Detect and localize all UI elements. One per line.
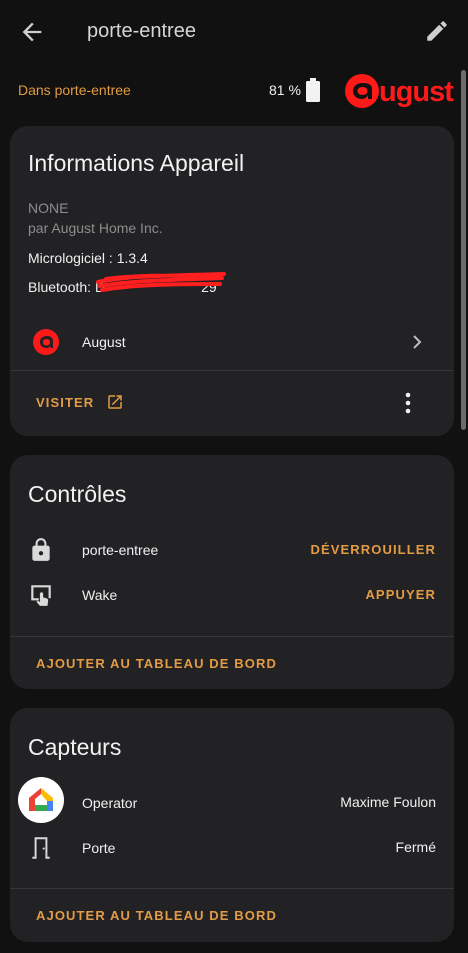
back-button[interactable] — [18, 18, 46, 46]
august-logo: ugust — [344, 72, 456, 110]
open-in-new-icon — [108, 395, 123, 409]
battery-level: 81 % — [269, 82, 301, 98]
control-row-lock[interactable]: porte-entree DÉVERROUILLER — [10, 529, 454, 569]
page-title: porte-entree — [87, 20, 196, 42]
sensor-value: Maxime Foulon — [340, 794, 436, 810]
edit-button[interactable] — [424, 18, 450, 44]
device-info-card: Informations Appareil NONE par August Ho… — [10, 126, 454, 436]
firmware-version: Micrologiciel : 1.3.4 — [28, 250, 148, 266]
sensor-row-operator[interactable]: Operator Maxime Foulon — [10, 782, 454, 822]
divider — [10, 888, 454, 889]
sensors-title: Capteurs — [28, 734, 122, 760]
press-button[interactable]: APPUYER — [365, 587, 436, 602]
dots-vertical-icon — [405, 392, 411, 414]
divider — [10, 636, 454, 637]
google-home-icon — [18, 777, 64, 823]
integration-label: August — [82, 334, 126, 350]
control-label: Wake — [82, 587, 118, 603]
scrollbar[interactable] — [461, 70, 466, 430]
divider — [10, 370, 454, 371]
visit-label: VISITER — [36, 394, 95, 410]
add-to-dashboard-button[interactable]: AJOUTER AU TABLEAU DE BORD — [36, 908, 277, 923]
chevron-right-icon — [413, 335, 422, 349]
device-manufacturer: par August Home Inc. — [28, 220, 163, 236]
unlock-button[interactable]: DÉVERROUILLER — [310, 542, 436, 557]
control-label: porte-entree — [82, 542, 159, 558]
redaction-scribble — [96, 272, 226, 292]
area-link[interactable]: Dans porte-entree — [18, 82, 131, 98]
controls-title: Contrôles — [28, 481, 127, 507]
battery-icon — [305, 77, 321, 103]
more-options-button[interactable] — [398, 390, 418, 416]
integration-link[interactable]: August — [10, 318, 454, 366]
controls-card: Contrôles porte-entree DÉVERROUILLER Wak… — [10, 455, 454, 689]
device-model: NONE — [28, 200, 69, 216]
svg-text:ugust: ugust — [379, 76, 454, 108]
lock-icon — [32, 538, 50, 561]
device-info-title: Informations Appareil — [28, 150, 245, 176]
control-row-wake[interactable]: Wake APPUYER — [10, 574, 454, 614]
door-icon — [32, 837, 50, 859]
august-integration-icon — [32, 328, 60, 356]
arrow-left-icon — [22, 22, 42, 42]
touch-screen-icon — [31, 585, 51, 606]
sensor-label: Operator — [82, 795, 138, 811]
sensor-label: Porte — [82, 840, 116, 856]
add-to-dashboard-button[interactable]: AJOUTER AU TABLEAU DE BORD — [36, 656, 277, 671]
top-app-bar: porte-entree — [0, 0, 468, 64]
sensor-row-door[interactable]: Porte Fermé — [10, 827, 454, 867]
bluetooth-prefix: Bluetooth: — [28, 279, 95, 295]
sensor-value: Fermé — [395, 839, 436, 855]
pencil-icon — [427, 21, 447, 41]
visit-button[interactable]: VISITER — [36, 390, 124, 414]
sensors-card: Capteurs Operator Maxime Foulon Porte Fe… — [10, 708, 454, 942]
device-subheader: Dans porte-entree 81 % ugust — [0, 64, 468, 116]
